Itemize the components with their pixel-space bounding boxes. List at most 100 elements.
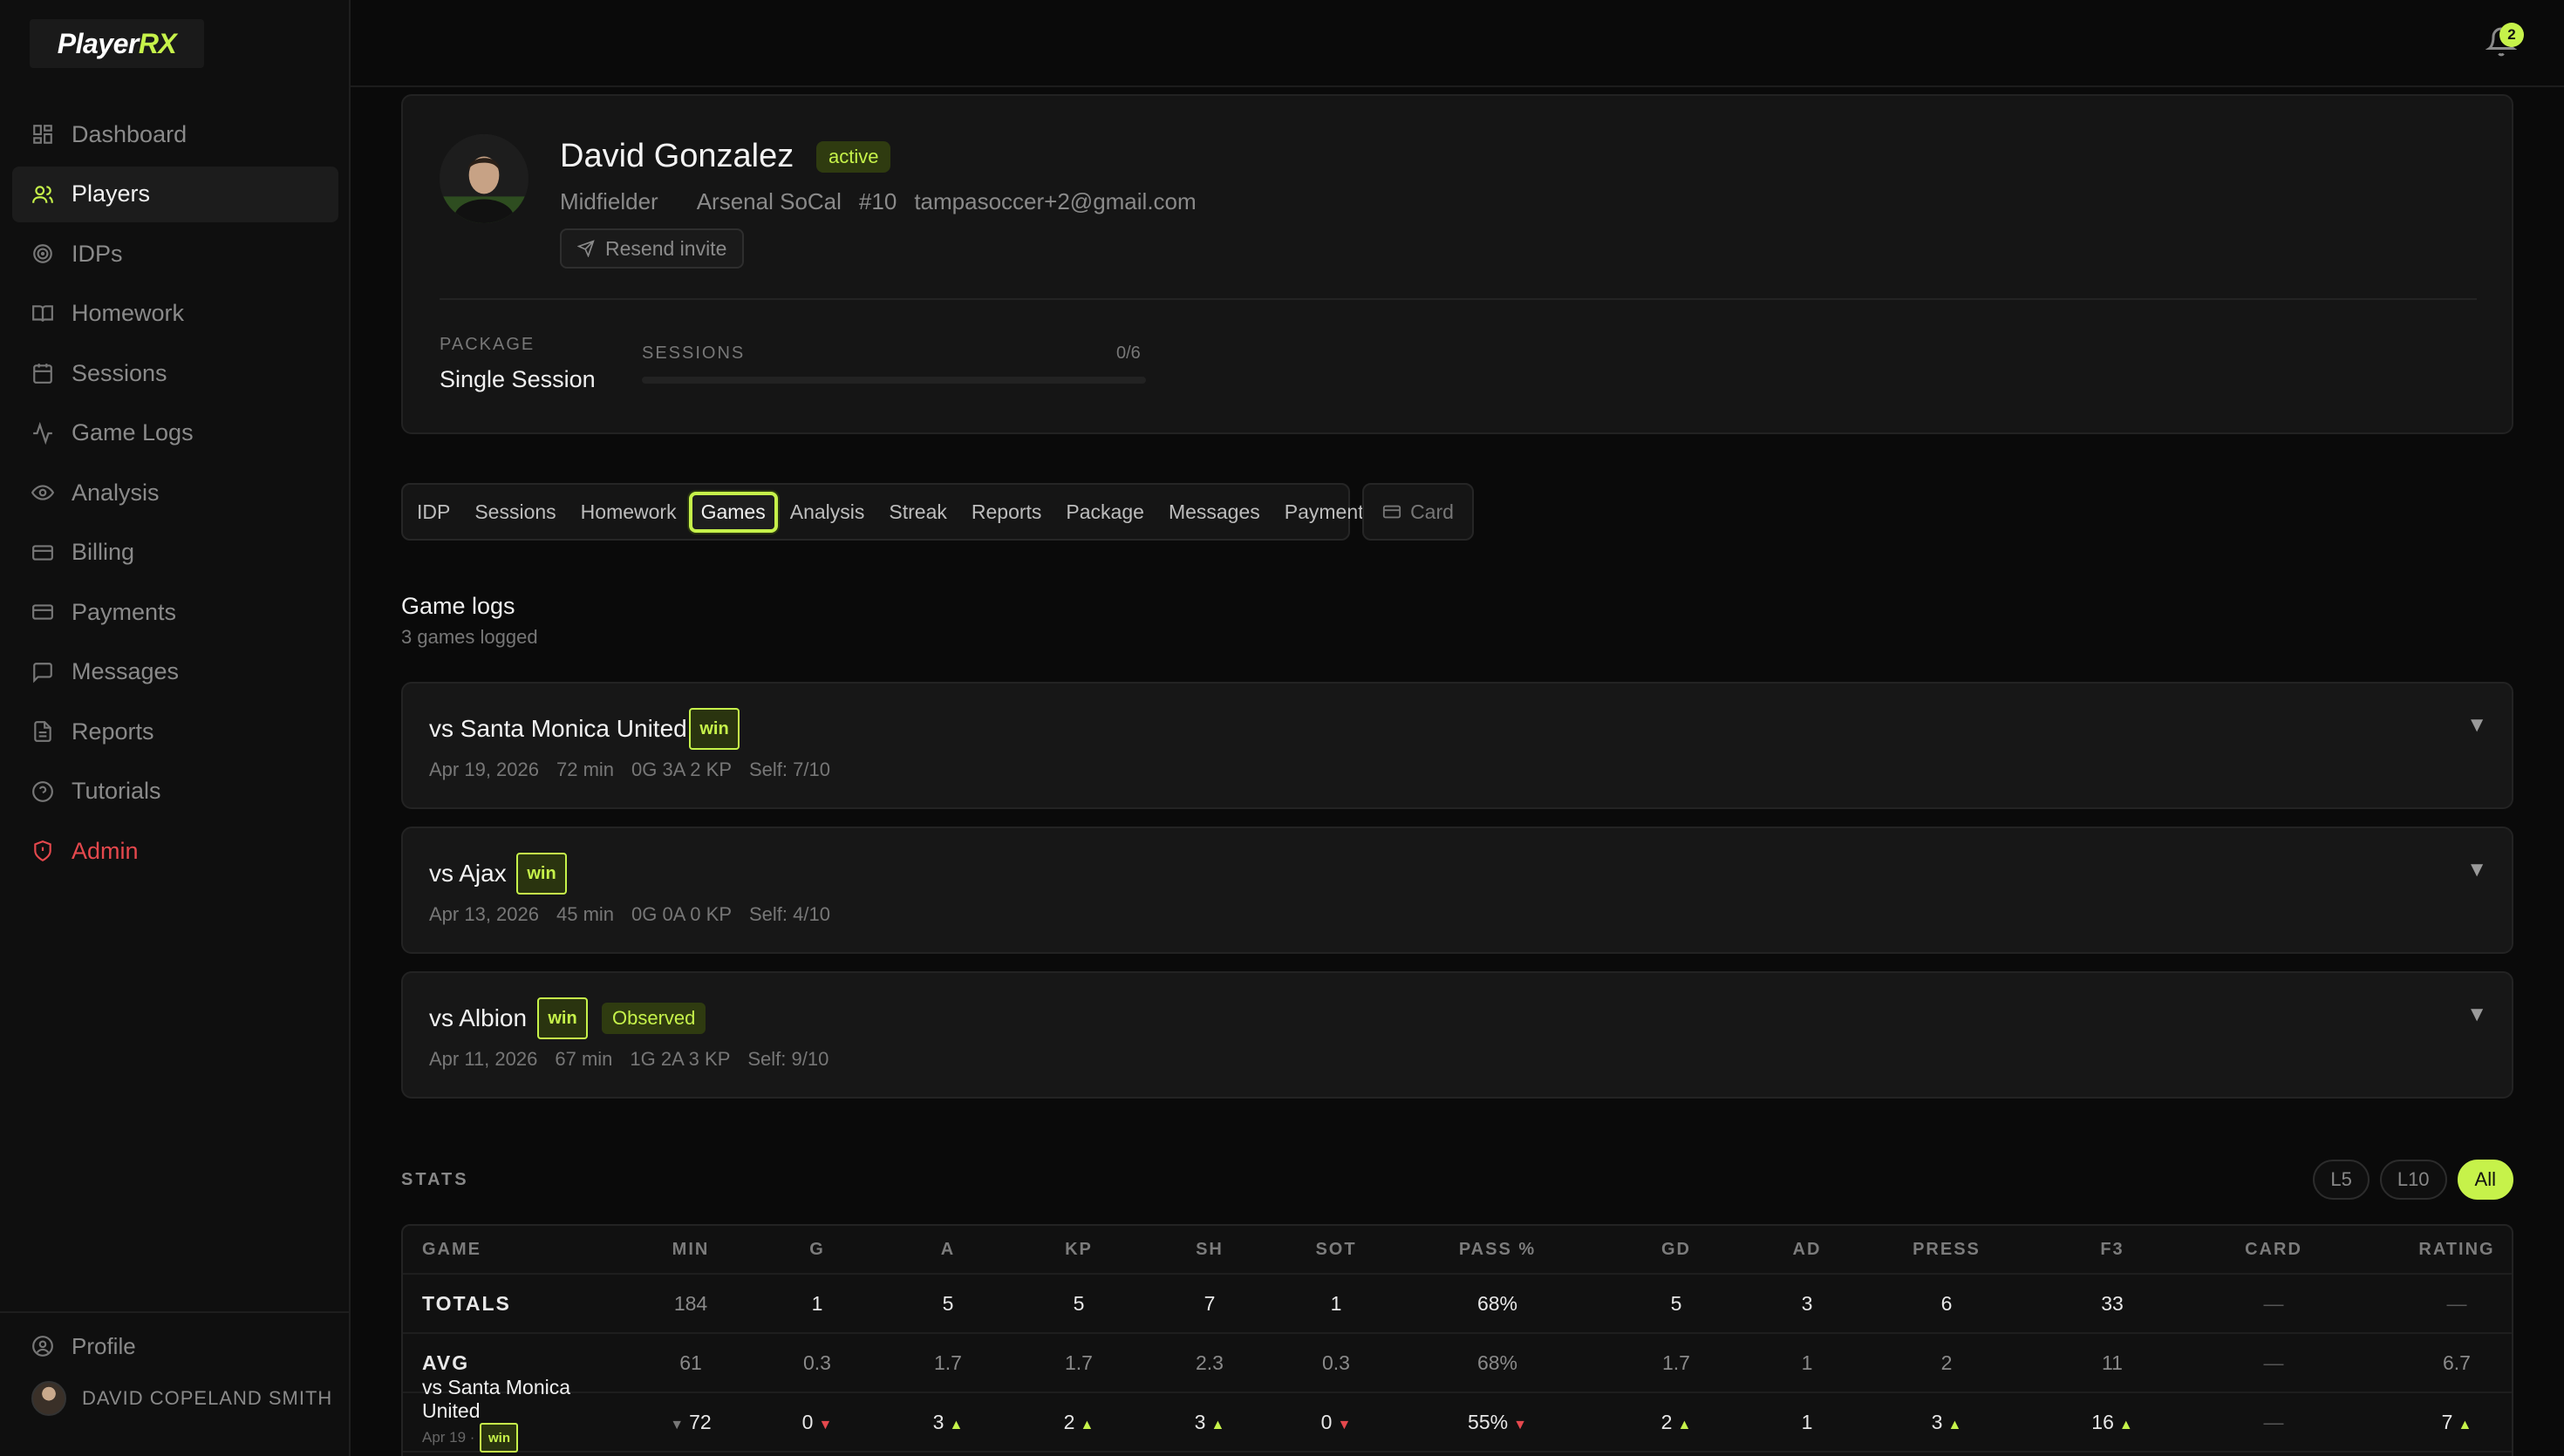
- package-label: PACKAGE: [440, 335, 535, 354]
- player-number: #10: [858, 188, 897, 214]
- current-user[interactable]: DAVID COPELAND SMITH: [0, 1371, 349, 1426]
- sidebar-item-label: Billing: [72, 539, 135, 565]
- eye-icon: [31, 481, 54, 504]
- shield-icon: [31, 840, 54, 862]
- table-cell: 6: [1940, 1291, 1953, 1315]
- tab-games[interactable]: Games: [688, 491, 778, 533]
- player-team: Arsenal SoCal: [696, 188, 842, 214]
- table-cell: 1.7: [934, 1351, 962, 1374]
- user-circle-icon: [31, 1335, 54, 1357]
- cell-value: 3: [1194, 1410, 1206, 1433]
- player-email[interactable]: tampasoccer+2@gmail.com: [914, 188, 1196, 214]
- tab-streak[interactable]: Streak: [887, 493, 948, 531]
- table-cell: 0.3: [803, 1351, 831, 1374]
- logo-player-text: Player: [57, 27, 140, 59]
- tab-reports[interactable]: Reports: [970, 493, 1044, 531]
- table-cell: 3 ▲: [883, 1411, 1013, 1434]
- tab-homework[interactable]: Homework: [579, 493, 679, 531]
- table-row[interactable]: vs Santa Monica United Apr 19 · win ▼ 72 0 ▼ 3 ▲…: [403, 1376, 2512, 1453]
- profile-label: Profile: [72, 1332, 136, 1359]
- trend-up-icon: ▲: [1947, 1417, 1962, 1432]
- table-cell: ▼ 72: [630, 1411, 752, 1434]
- table-cell: AVG: [422, 1351, 470, 1374]
- sessions-progress-bar: [642, 377, 1146, 384]
- expand-chevron-icon[interactable]: ▼: [2466, 713, 2487, 738]
- column-header: A: [940, 1239, 956, 1259]
- filter-all-button[interactable]: All: [2457, 1160, 2513, 1200]
- table-cell: —: [2263, 1291, 2284, 1315]
- sidebar-item-billing[interactable]: Billing: [12, 525, 338, 581]
- sidebar-item-dashboard[interactable]: Dashboard: [12, 106, 338, 162]
- filter-l10-button[interactable]: L10: [2379, 1160, 2447, 1200]
- sidebar-item-label: Messages: [72, 658, 180, 684]
- sidebar-item-analysis[interactable]: Analysis: [12, 465, 338, 520]
- cell-value: 0: [801, 1410, 814, 1433]
- sidebar-item-idps[interactable]: IDPs: [12, 226, 338, 282]
- cell-value: 16: [2091, 1410, 2114, 1433]
- result-badge: win: [689, 708, 740, 750]
- card-icon: [1382, 505, 1401, 519]
- table-cell: 3 ▲: [1144, 1411, 1275, 1434]
- game-log-card[interactable]: vs Santa Monica United win Apr 19, 2026 7…: [401, 682, 2513, 809]
- table-row-totals: TOTALS 184 1 5 5 7 1 68% 5 3 6 33 — —: [403, 1275, 2512, 1334]
- trend-up-icon: ▲: [2458, 1417, 2472, 1432]
- column-header: MIN: [672, 1239, 710, 1259]
- player-profile-card: David Gonzalez active Midfielder Arsenal …: [401, 94, 2513, 434]
- resend-invite-button[interactable]: Resend invite: [560, 228, 745, 269]
- sidebar-item-players[interactable]: Players: [12, 166, 338, 222]
- sidebar-item-messages[interactable]: Messages: [12, 644, 338, 700]
- expand-chevron-icon[interactable]: ▼: [2466, 858, 2487, 882]
- tab-card[interactable]: Card: [1362, 483, 1474, 541]
- help-icon: [31, 780, 54, 803]
- tab-analysis[interactable]: Analysis: [788, 493, 867, 531]
- table-cell: —: [2263, 1351, 2284, 1374]
- table-cell: —: [2446, 1291, 2467, 1315]
- activity-icon: [31, 421, 54, 445]
- tab-sessions[interactable]: Sessions: [473, 493, 557, 531]
- game-meta: Apr 19, 2026 72 min 0G 3A 2 KP Self: 7/10: [429, 759, 848, 781]
- cell-value: —: [2263, 1410, 2284, 1433]
- expand-chevron-icon[interactable]: ▼: [2466, 1003, 2487, 1027]
- game-meta: Apr 13, 2026 45 min 0G 0A 0 KP Self: 4/10: [429, 903, 848, 926]
- stats-table: GAME MIN G A KP SH SOT PASS % GD AD PRESS F3 CARD RAT…: [401, 1224, 2513, 1456]
- tab-messages[interactable]: Messages: [1167, 493, 1262, 531]
- column-header: GAME: [422, 1239, 481, 1259]
- game-self-rating: Self: 4/10: [749, 903, 830, 925]
- game-meta: Apr 11, 2026 67 min 1G 2A 3 KP Self: 9/10: [429, 1048, 846, 1071]
- sidebar-item-profile[interactable]: Profile: [0, 1322, 349, 1371]
- sidebar-item-label: Analysis: [72, 479, 160, 506]
- trend-up-icon: ▲: [1210, 1417, 1225, 1432]
- cell-value: 1: [1801, 1410, 1813, 1433]
- sidebar-item-reports[interactable]: Reports: [12, 704, 338, 759]
- file-icon: [31, 720, 54, 743]
- message-icon: [31, 661, 54, 684]
- table-cell: 0.3: [1322, 1351, 1350, 1374]
- observed-badge: Observed: [602, 1003, 706, 1034]
- table-header-row: GAME MIN G A KP SH SOT PASS % GD AD PRESS F3 CARD RAT…: [403, 1226, 2512, 1275]
- game-minutes: 72 min: [556, 759, 615, 780]
- trend-down-icon: ▼: [670, 1417, 685, 1432]
- filter-l5-button[interactable]: L5: [2313, 1160, 2370, 1200]
- table-cell: 68%: [1476, 1351, 1518, 1374]
- table-cell: 3: [1801, 1291, 1813, 1315]
- sidebar-item-label: Game Logs: [72, 419, 194, 446]
- table-cell: 0 ▼: [1275, 1411, 1397, 1434]
- sidebar-item-payments[interactable]: Payments: [12, 584, 338, 640]
- player-meta: Midfielder Arsenal SoCal #10 tampasoccer+2@…: [560, 188, 1214, 215]
- sidebar-item-admin[interactable]: Admin: [12, 823, 338, 879]
- app-logo[interactable]: Player RX: [30, 19, 204, 68]
- player-tabs: IDP Sessions Homework Games Analysis Str…: [401, 483, 1374, 541]
- player-name: David Gonzalez: [560, 138, 794, 174]
- table-cell: 16 ▲: [2034, 1411, 2191, 1434]
- sidebar-item-game-logs[interactable]: Game Logs: [12, 405, 338, 461]
- tab-idp[interactable]: IDP: [415, 493, 452, 531]
- sidebar-item-homework[interactable]: Homework: [12, 286, 338, 342]
- tab-package[interactable]: Package: [1064, 493, 1146, 531]
- game-log-card[interactable]: vs Albion win Observed Apr 11, 2026 67 mi…: [401, 971, 2513, 1099]
- sidebar-item-tutorials[interactable]: Tutorials: [12, 764, 338, 820]
- game-log-card[interactable]: vs Ajax win Apr 13, 2026 45 min 0G 0A 0 KP…: [401, 827, 2513, 954]
- trend-up-icon: ▲: [1677, 1417, 1692, 1432]
- column-header: AD: [1792, 1239, 1822, 1259]
- result-badge: win: [537, 997, 588, 1039]
- sidebar-item-sessions[interactable]: Sessions: [12, 345, 338, 401]
